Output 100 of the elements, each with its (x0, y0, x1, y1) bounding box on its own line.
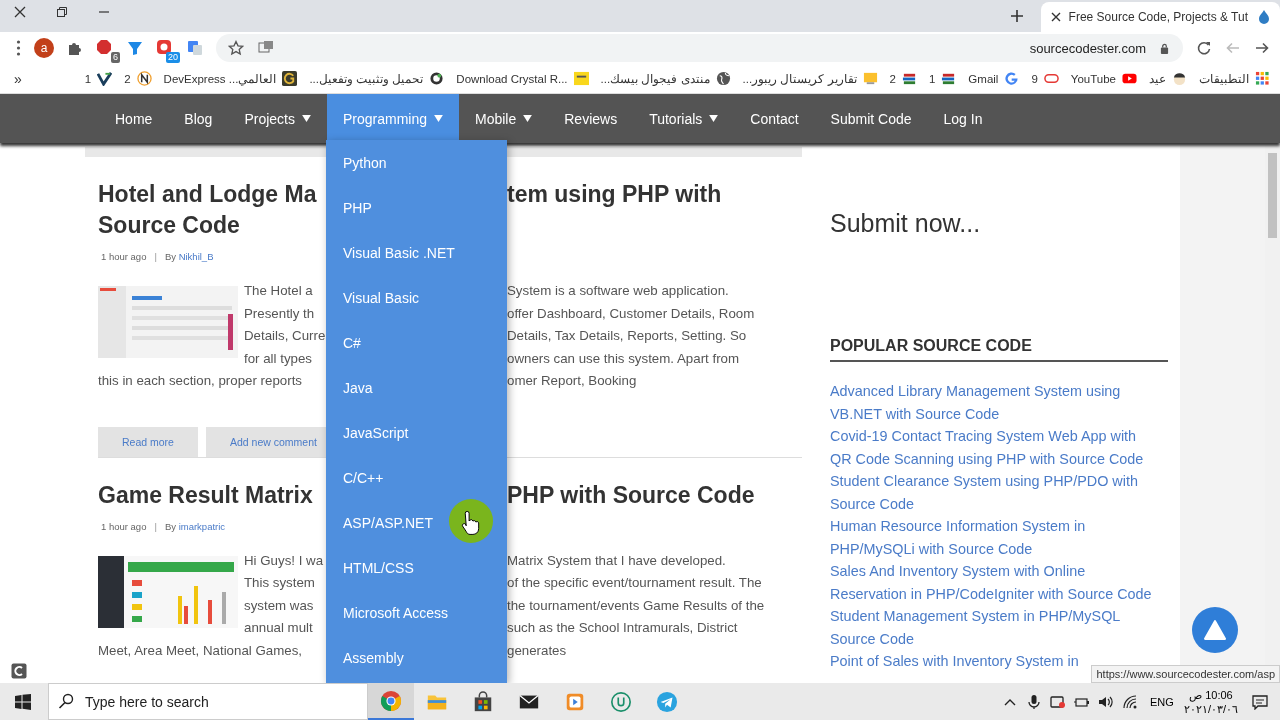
post-author: By imarkpatric (164, 520, 226, 532)
close-icon[interactable] (1050, 12, 1061, 22)
stop-sign-icon[interactable] (96, 39, 112, 55)
excerpt-text: such as the School Intramurals, District (507, 619, 738, 637)
language-indicator[interactable]: ENG (1150, 695, 1174, 708)
bookmark[interactable]: YouTube (1070, 71, 1137, 86)
bookmark[interactable]: 2 (889, 71, 917, 86)
bookmark[interactable]: تحميل وتثبيت وتفعيل... (309, 71, 445, 86)
popular-link[interactable]: Human Resource Information System in PHP/MySQLi with Source Code (830, 515, 1155, 560)
globe-icon (715, 71, 731, 86)
translate-icon[interactable] (187, 40, 203, 56)
excerpt-text: Hi Guys! I wa (244, 551, 325, 570)
excerpt-text: system was (244, 596, 315, 615)
excerpt-text: Matrix System that I have developed. (507, 551, 726, 570)
nav-item[interactable]: Reviews (548, 94, 634, 143)
bookmark[interactable]: Download Crystal R... (456, 71, 589, 86)
cursor-icon (448, 498, 494, 544)
extension-badge: 6 (111, 52, 120, 63)
chrome-app-icon[interactable] (368, 683, 414, 720)
nav-item[interactable]: Blog (168, 94, 229, 143)
bookmark[interactable]: 1 (84, 71, 113, 86)
popular-link[interactable]: Student Clearance System using PHP/PDO with Source Code (830, 470, 1155, 515)
browser-tab[interactable]: Free Source Code, Projects & Tut (1040, 2, 1280, 32)
clock-time[interactable]: 10:06 ص (1189, 687, 1233, 702)
meta-separator: | (154, 520, 157, 532)
excerpt-text: omer Report, Booking (507, 372, 637, 390)
restore-icon[interactable] (56, 5, 68, 18)
nav-item[interactable]: Mobile (459, 94, 549, 143)
books-icon (901, 71, 917, 86)
bookmark[interactable]: منتدى فيجوال بيسك... (600, 71, 731, 86)
more-bookmarks[interactable]: » (14, 70, 22, 87)
post-time: 1 hour ago (101, 251, 147, 262)
bookmark[interactable]: عيد (1149, 71, 1187, 86)
excerpt-text: The Hotel a (244, 282, 314, 300)
bookmark[interactable]: 1 (928, 71, 957, 86)
extension-icon[interactable] (156, 39, 172, 55)
excerpt-text: Details, Tax Details, Reports, Setting. So (507, 327, 747, 345)
article-title[interactable]: Game Result Matrix (98, 479, 326, 511)
new-tab-icon[interactable] (1010, 10, 1023, 22)
menu-icon[interactable] (16, 40, 21, 56)
post-author: By Nikhil_B (164, 251, 214, 262)
microphone-icon[interactable] (1026, 693, 1043, 710)
nav-item[interactable]: Home (99, 94, 169, 143)
lock-icon (1160, 42, 1169, 54)
clock-date[interactable]: ٢٠٢١/٠٣/٠٦ (1183, 701, 1238, 716)
bookmark[interactable]: 9 (1031, 71, 1059, 86)
bookmark[interactable]: Gmail (968, 71, 1020, 86)
nav-item[interactable]: Projects (228, 94, 327, 143)
excerpt-text: the tournament/events Game Results of the (507, 596, 765, 615)
puzzle-icon[interactable] (67, 40, 83, 56)
post-time: 1 hour ago (101, 520, 147, 532)
extension-badge: 20 (166, 52, 180, 63)
notification-icon[interactable] (1252, 693, 1268, 710)
excerpt-text: this in each section, proper reports (98, 372, 303, 390)
excerpt-text: owners can use this system. Apart from (507, 349, 740, 368)
article-title[interactable]: Source Code (98, 210, 326, 241)
screen-icon[interactable] (258, 40, 274, 56)
profile-avatar[interactable]: a (34, 38, 54, 58)
funnel-icon[interactable] (127, 40, 143, 56)
triangle-icon (1204, 620, 1226, 640)
youtube-icon (1122, 71, 1137, 86)
nav-item[interactable]: Log In (927, 94, 999, 143)
article-title[interactable]: PHP with Source Code (507, 479, 755, 511)
tek-logo-icon (573, 71, 589, 86)
bookmark[interactable]: تقارير كريستال ريبور... (742, 71, 878, 86)
note-icon (862, 71, 878, 86)
bookmark[interactable]: التطبيقات (1199, 71, 1270, 86)
url-text: sourcecodester.com (1029, 40, 1146, 56)
address-bar[interactable]: sourcecodester.com (216, 34, 1183, 62)
nav-item[interactable]: Tutorials (633, 94, 735, 143)
windows-start-icon[interactable] (15, 693, 31, 710)
n-logo-icon (136, 71, 152, 86)
extension-icon[interactable] (11, 663, 27, 679)
v-logo-icon (97, 71, 113, 86)
section-heading: POPULAR SOURCE CODE (830, 337, 1168, 362)
popular-link[interactable]: Sales And Inventory System with Online Reservation in PHP/CodeIgniter with Source Code (830, 560, 1155, 605)
reload-icon[interactable] (1196, 40, 1212, 56)
excerpt-text: of the specific event/tournament result. The (507, 574, 762, 592)
drop-icon (1256, 9, 1272, 25)
article-title[interactable]: Hotel and Lodge Ma (98, 179, 326, 210)
nav-item[interactable]: Contact (734, 94, 815, 143)
popular-link[interactable]: Student Management System in PHP/MySQL Source Code (830, 605, 1155, 650)
star-icon[interactable] (228, 40, 244, 56)
bookmark[interactable]: 2 (124, 71, 152, 86)
article-title[interactable]: tem using PHP with (507, 179, 722, 210)
wifi-icon[interactable] (1122, 693, 1139, 710)
search-icon (58, 693, 74, 709)
nav-item[interactable]: Submit Code (814, 94, 928, 143)
excerpt-text: Presently th (244, 304, 316, 323)
forward-arrow-icon[interactable] (1254, 40, 1270, 56)
excerpt-text: generates (507, 641, 567, 660)
bookmark[interactable]: العالمي... DevExpress (163, 71, 298, 86)
scrollbar-thumb[interactable] (1268, 153, 1277, 238)
submit-heading: Submit now... (830, 209, 982, 238)
popular-link[interactable]: Advanced Library Management System using VB.NET with Source Code (830, 380, 1155, 425)
tray-app-icon[interactable] (1050, 693, 1067, 710)
ring-icon (429, 71, 445, 86)
close-icon[interactable] (14, 5, 26, 18)
search-field[interactable]: Type here to search (48, 683, 368, 720)
popular-link[interactable]: Covid-19 Contact Tracing System Web App with QR Code Scanning using PHP with Source Code (830, 425, 1155, 470)
